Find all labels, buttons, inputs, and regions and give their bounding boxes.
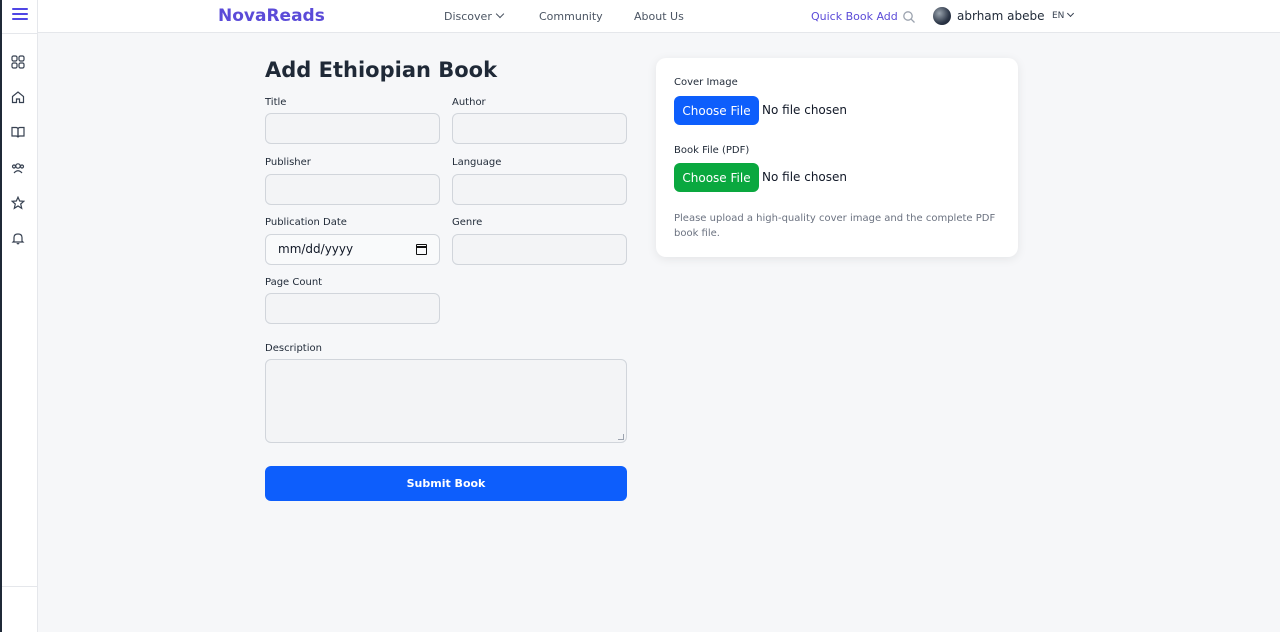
calendar-icon[interactable] xyxy=(416,244,427,255)
sidebar xyxy=(2,0,38,632)
grid-icon[interactable] xyxy=(11,55,25,69)
genre-input[interactable] xyxy=(452,234,627,265)
quick-book-add-link[interactable]: Quick Book Add xyxy=(811,10,898,23)
cover-file-status: No file chosen xyxy=(762,103,848,117)
language-selector[interactable]: EN xyxy=(1052,9,1075,21)
user-name[interactable]: abrham abebe xyxy=(957,9,1045,23)
publisher-label: Publisher xyxy=(265,157,311,168)
language-label: Language xyxy=(452,157,502,168)
nav-discover-label: Discover xyxy=(444,10,492,23)
search-icon[interactable] xyxy=(902,9,916,23)
book-icon[interactable] xyxy=(11,125,25,139)
cover-image-label: Cover Image xyxy=(674,77,738,88)
submit-book-button[interactable]: Submit Book xyxy=(265,466,627,501)
resize-handle-icon[interactable] xyxy=(618,434,624,440)
sidebar-bottom-divider xyxy=(2,586,38,587)
upload-card: Cover Image Choose File No file chosen B… xyxy=(656,58,1018,257)
page-count-input[interactable] xyxy=(265,293,440,324)
hamburger-menu-icon[interactable] xyxy=(12,8,28,24)
nav-community[interactable]: Community xyxy=(539,10,603,23)
top-navbar: NovaReads Discover Community About Us Qu… xyxy=(38,0,1280,33)
page-count-label: Page Count xyxy=(265,277,323,288)
publication-date-label: Publication Date xyxy=(265,217,347,228)
author-label: Author xyxy=(452,97,486,108)
nav-discover[interactable]: Discover xyxy=(444,9,505,23)
sidebar-divider xyxy=(2,33,38,34)
title-label: Title xyxy=(265,97,287,108)
language-label: EN xyxy=(1052,11,1065,21)
title-input[interactable] xyxy=(265,113,440,144)
language-input[interactable] xyxy=(452,174,627,205)
home-icon[interactable] xyxy=(11,90,25,104)
description-label: Description xyxy=(265,343,322,354)
page-title: Add Ethiopian Book xyxy=(265,58,498,82)
chevron-down-icon xyxy=(495,9,505,19)
avatar[interactable] xyxy=(933,7,951,25)
logo[interactable]: NovaReads xyxy=(218,6,325,26)
upload-hint: Please upload a high-quality cover image… xyxy=(674,213,996,239)
users-icon[interactable] xyxy=(11,161,25,175)
book-file-label: Book File (PDF) xyxy=(674,145,750,156)
bell-icon[interactable] xyxy=(11,231,25,245)
genre-label: Genre xyxy=(452,217,483,228)
nav-about[interactable]: About Us xyxy=(634,10,684,23)
star-icon[interactable] xyxy=(11,196,25,210)
publication-date-input[interactable]: mm/dd/yyyy xyxy=(265,234,440,265)
publisher-input[interactable] xyxy=(265,174,440,205)
pdf-file-status: No file chosen xyxy=(762,170,848,184)
date-placeholder: mm/dd/yyyy xyxy=(278,242,354,256)
chevron-down-icon xyxy=(1067,9,1075,18)
description-textarea[interactable] xyxy=(265,359,627,443)
pdf-choose-file-button[interactable]: Choose File xyxy=(674,163,759,192)
author-input[interactable] xyxy=(452,113,627,144)
cover-choose-file-button[interactable]: Choose File xyxy=(674,96,759,125)
